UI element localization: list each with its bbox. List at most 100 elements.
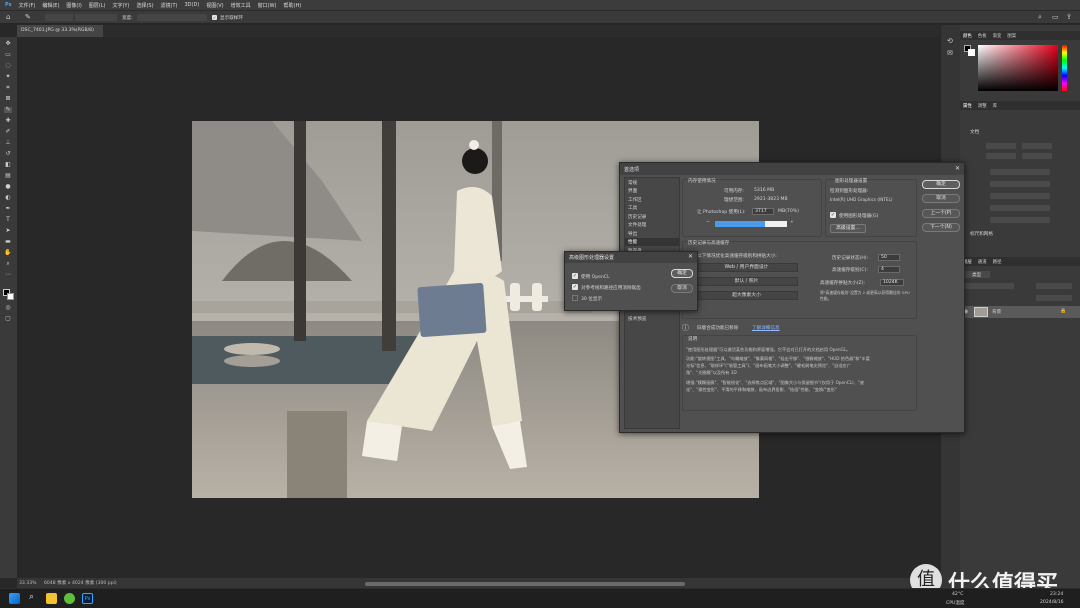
nav-item[interactable]: 历史记录 bbox=[625, 212, 679, 221]
comments-panel-icon[interactable]: ✉ bbox=[947, 49, 953, 57]
path-select-tool-icon[interactable]: ➤ bbox=[4, 228, 12, 234]
photoshop-icon[interactable]: Ps bbox=[82, 593, 93, 604]
crop-tool-icon[interactable]: ⌗ bbox=[4, 85, 12, 91]
nav-item[interactable]: 工作区 bbox=[625, 195, 679, 204]
rulers-grid-label[interactable]: 标尺和网格 bbox=[970, 231, 993, 237]
zoom-tool-icon[interactable]: ⌕ bbox=[4, 261, 12, 267]
close-icon[interactable]: ✕ bbox=[688, 253, 693, 260]
show-sampling-checkbox[interactable]: ✓ bbox=[212, 15, 217, 20]
menu-image[interactable]: 图像(I) bbox=[66, 2, 81, 9]
tab-adjustments[interactable]: 调整 bbox=[978, 103, 987, 109]
quick-mask-icon[interactable]: ◎ bbox=[4, 305, 12, 311]
tab-color[interactable]: 颜色 bbox=[963, 33, 972, 39]
history-states-field[interactable]: 50 bbox=[878, 254, 900, 261]
history-panel-icon[interactable]: ⟲ bbox=[947, 37, 953, 45]
cancel-button[interactable]: 取消 bbox=[922, 194, 960, 203]
clock-time[interactable]: 23:24 bbox=[1050, 592, 1063, 597]
menu-help[interactable]: 帮助(H) bbox=[284, 2, 302, 9]
move-tool-icon[interactable]: ✥ bbox=[4, 41, 12, 47]
next-button[interactable]: 下一个(N) bbox=[922, 223, 960, 232]
layer-row-background[interactable]: ◉ 背景 🔒 bbox=[960, 306, 1080, 318]
prev-button[interactable]: 上一个(P) bbox=[922, 209, 960, 218]
antialias-checkbox[interactable]: ✓ bbox=[572, 284, 578, 290]
search-icon[interactable]: ⌕ bbox=[1038, 13, 1042, 22]
sample-size-dropdown[interactable] bbox=[45, 14, 73, 21]
width-field[interactable] bbox=[137, 14, 207, 21]
tab-patterns[interactable]: 图案 bbox=[1007, 33, 1016, 39]
menu-view[interactable]: 视图(V) bbox=[206, 2, 223, 9]
menu-file[interactable]: 文件(F) bbox=[19, 2, 36, 9]
color-picker-field[interactable] bbox=[978, 45, 1058, 91]
learn-more-link[interactable]: 了解详细信息 bbox=[752, 325, 780, 331]
close-icon[interactable]: ✕ bbox=[955, 165, 960, 172]
tab-paths[interactable]: 路径 bbox=[993, 259, 1002, 265]
shape-tool-icon[interactable]: ▬ bbox=[4, 239, 12, 245]
use-gpu-checkbox[interactable]: ✓ bbox=[830, 212, 836, 218]
history-brush-tool-icon[interactable]: ↺ bbox=[4, 151, 12, 157]
home-icon[interactable]: ⌂ bbox=[6, 13, 10, 21]
use-opencl-checkbox[interactable]: ✓ bbox=[572, 273, 578, 279]
menu-edit[interactable]: 编辑(E) bbox=[42, 2, 59, 9]
gpu-cancel-button[interactable]: 取消 bbox=[671, 284, 693, 293]
menu-select[interactable]: 选择(S) bbox=[136, 2, 153, 9]
lasso-tool-icon[interactable]: ◌ bbox=[4, 63, 12, 69]
stamp-tool-icon[interactable]: ⊥ bbox=[4, 140, 12, 146]
workspace-icon[interactable]: ▭ bbox=[1052, 13, 1059, 21]
gradient-tool-icon[interactable]: ▤ bbox=[4, 173, 12, 179]
eyedropper-tool-icon[interactable]: ✎ bbox=[4, 107, 12, 113]
file-explorer-icon[interactable] bbox=[46, 593, 57, 604]
opt-default-button[interactable]: 默认 / 照片 bbox=[695, 277, 798, 286]
frame-tool-icon[interactable]: ⊠ bbox=[4, 96, 12, 102]
brush-tool-icon[interactable]: ✐ bbox=[4, 129, 12, 135]
marquee-tool-icon[interactable]: ▭ bbox=[4, 52, 12, 58]
hand-tool-icon[interactable]: ✋ bbox=[4, 250, 12, 256]
healing-tool-icon[interactable]: ✚ bbox=[4, 118, 12, 124]
horizontal-scrollbar[interactable] bbox=[365, 582, 685, 586]
tab-libraries[interactable]: 库 bbox=[993, 103, 997, 109]
zoom-level[interactable]: 33.33% bbox=[19, 581, 37, 586]
opacity-field[interactable] bbox=[1036, 283, 1072, 289]
background-color-swatch[interactable] bbox=[7, 293, 14, 300]
quick-select-tool-icon[interactable]: ✦ bbox=[4, 74, 12, 80]
cache-levels-field[interactable]: 4 bbox=[878, 266, 900, 273]
ok-button[interactable]: 确定 bbox=[922, 180, 960, 189]
opt-web-button[interactable]: Web / 用户界面设计 bbox=[695, 263, 798, 272]
app-icon[interactable] bbox=[64, 593, 75, 604]
pen-tool-icon[interactable]: ✒ bbox=[4, 206, 12, 212]
bg-color-chip[interactable] bbox=[968, 49, 975, 56]
screen-mode-icon[interactable]: ▢ bbox=[4, 316, 12, 322]
gpu-advanced-button[interactable]: 高级设置... bbox=[830, 224, 866, 233]
nav-item[interactable]: 界面 bbox=[625, 187, 679, 196]
gpu-ok-button[interactable]: 确定 bbox=[671, 269, 693, 278]
hue-slider[interactable] bbox=[1062, 45, 1067, 91]
memory-slider[interactable] bbox=[715, 221, 787, 227]
nav-item[interactable]: 工具 bbox=[625, 204, 679, 213]
opt-huge-button[interactable]: 超大像素大小 bbox=[695, 291, 798, 300]
more-tools-icon[interactable]: ⋯ bbox=[4, 272, 12, 278]
dodge-tool-icon[interactable]: ◐ bbox=[4, 195, 12, 201]
type-tool-icon[interactable]: T bbox=[4, 217, 12, 223]
search-icon[interactable]: ⌕ bbox=[29, 592, 34, 602]
blur-tool-icon[interactable]: ● bbox=[4, 184, 12, 190]
blend-mode-dropdown[interactable] bbox=[964, 283, 1014, 289]
tab-gradients[interactable]: 渐变 bbox=[993, 33, 1002, 39]
nav-item[interactable]: 技术预览 bbox=[625, 314, 679, 323]
menu-window[interactable]: 窗口(W) bbox=[258, 2, 277, 9]
ps-use-field[interactable]: 3717 bbox=[752, 208, 774, 215]
menu-plugins[interactable]: 增效工具 bbox=[231, 2, 251, 9]
document-tab[interactable]: DSC_7401.JPG @ 33.3%(RGB/8) bbox=[17, 25, 103, 37]
menu-layer[interactable]: 图层(L) bbox=[89, 2, 106, 9]
tile-size-field[interactable]: 1024K bbox=[880, 279, 904, 286]
menu-type[interactable]: 文字(Y) bbox=[112, 2, 129, 9]
eyedropper-icon[interactable]: ✎ bbox=[25, 13, 31, 21]
menu-filter[interactable]: 滤镜(T) bbox=[161, 2, 178, 9]
plus-icon[interactable]: + bbox=[790, 220, 794, 225]
minus-icon[interactable]: − bbox=[706, 220, 710, 225]
tab-channels[interactable]: 通道 bbox=[978, 259, 987, 265]
sample-dropdown[interactable] bbox=[75, 14, 117, 21]
nav-item[interactable]: 常规 bbox=[625, 178, 679, 187]
nav-item[interactable]: 导出 bbox=[625, 229, 679, 238]
nav-item[interactable]: 文件处理 bbox=[625, 221, 679, 230]
tab-properties[interactable]: 属性 bbox=[963, 103, 972, 109]
tab-swatches[interactable]: 色板 bbox=[978, 33, 987, 39]
